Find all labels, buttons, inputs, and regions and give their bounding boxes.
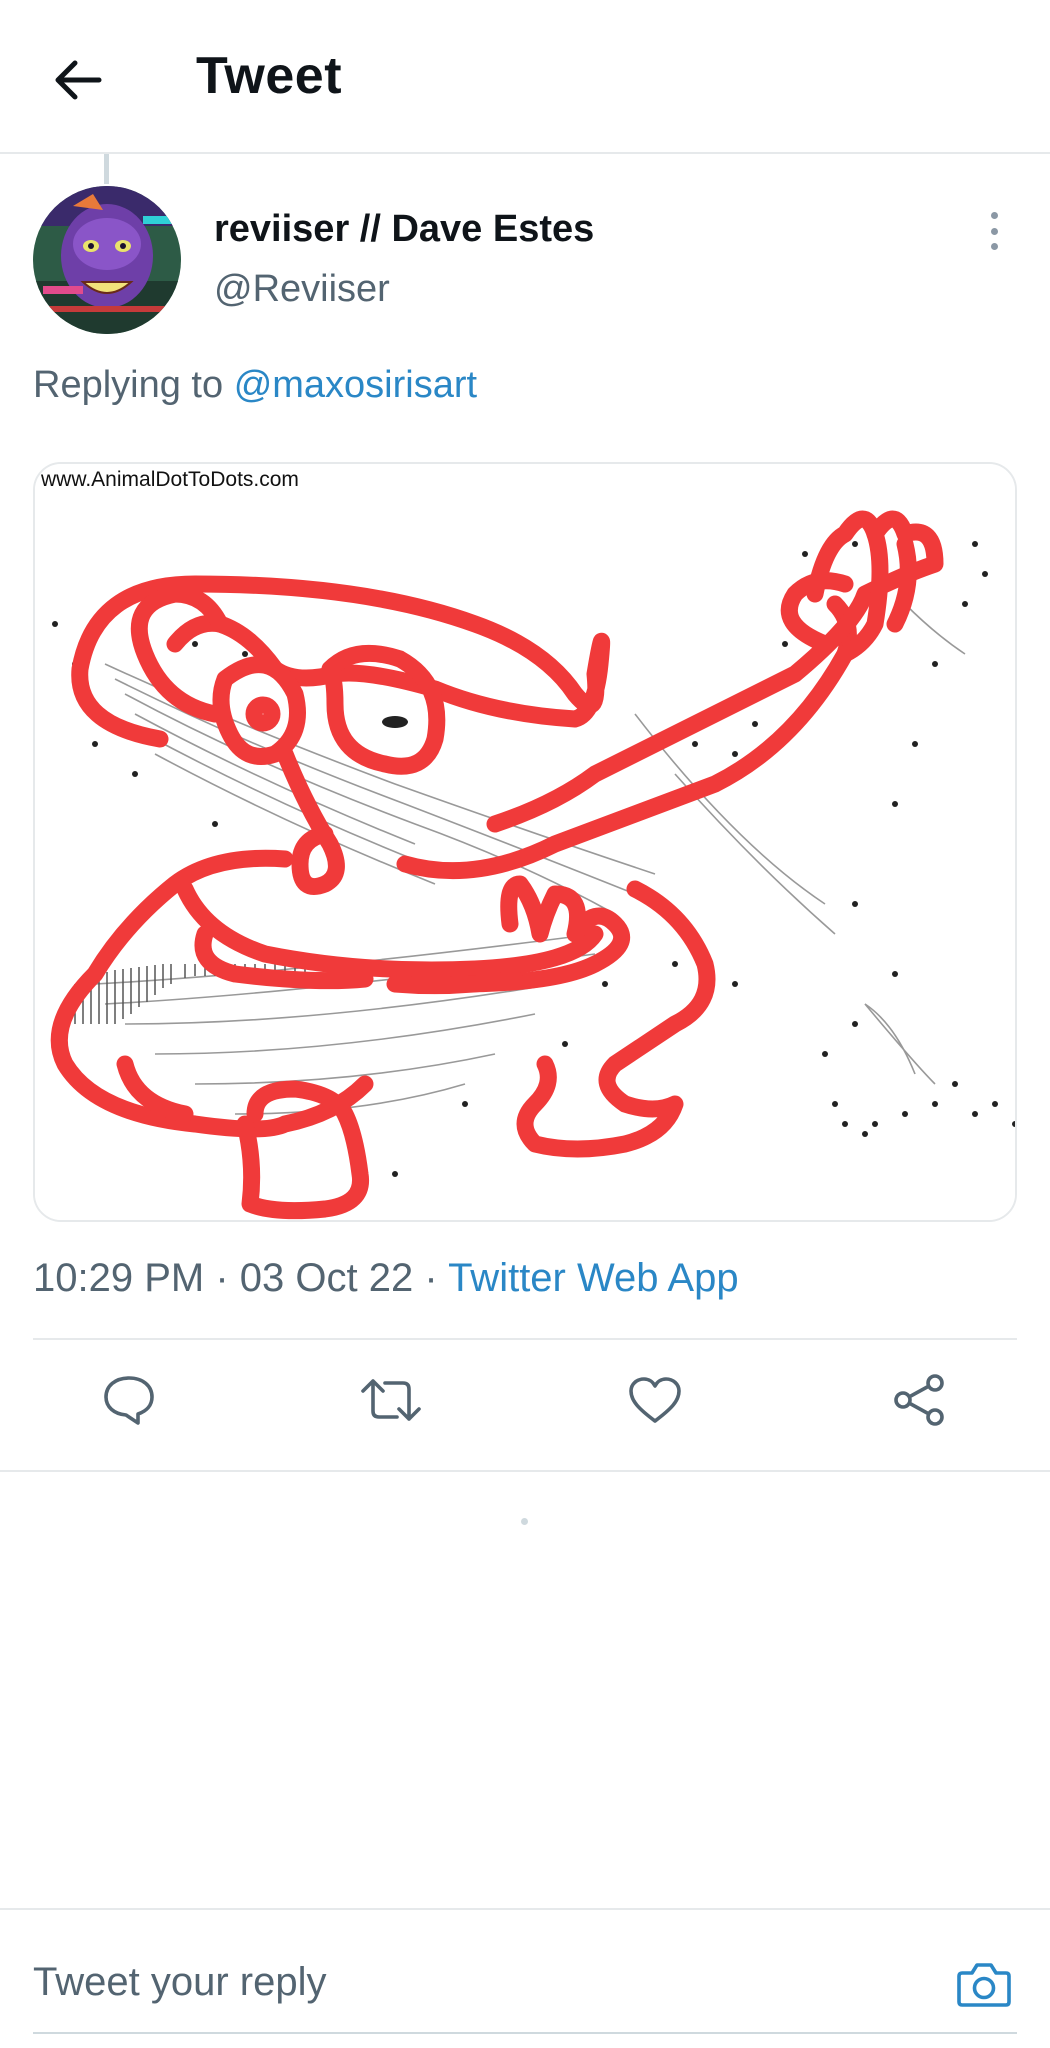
like-button[interactable] <box>615 1360 695 1440</box>
reply-input[interactable]: Tweet your reply <box>33 1954 913 2010</box>
retweet-button[interactable] <box>351 1360 431 1440</box>
replying-to-line: Replying to @maxosirisart <box>33 364 477 407</box>
tweet-time: 10:29 PM <box>33 1256 205 1300</box>
camera-button[interactable] <box>952 1952 1016 2016</box>
meta-separator: · <box>424 1256 438 1300</box>
camera-icon <box>957 1963 1011 2007</box>
back-button[interactable] <box>42 44 114 116</box>
heart-icon <box>629 1377 681 1423</box>
tweet-date: 03 Oct 22 <box>239 1256 414 1300</box>
loading-indicator <box>521 1518 528 1525</box>
dot-to-dot-drawing: www.AnimalDotToDots.com <box>35 464 1015 1220</box>
divider <box>33 1338 1017 1340</box>
more-options-button[interactable] <box>976 204 1012 258</box>
reply-composer: Tweet your reply <box>0 1908 1050 2048</box>
page-title: Tweet <box>196 47 343 105</box>
share-button[interactable] <box>879 1360 959 1440</box>
more-dot-icon <box>990 227 998 235</box>
avatar[interactable] <box>33 186 181 334</box>
top-bar: Tweet <box>0 0 1050 154</box>
share-icon <box>894 1374 944 1426</box>
meta-separator: · <box>215 1256 229 1300</box>
tweet-metadata: 10:29 PM · 03 Oct 22 · Twitter Web App <box>33 1256 739 1301</box>
retweet-icon <box>361 1379 421 1421</box>
user-handle[interactable]: @Reviiser <box>214 268 390 311</box>
reply-button[interactable] <box>89 1360 169 1440</box>
tweet-media-image[interactable]: www.AnimalDotToDots.com <box>33 462 1017 1222</box>
avatar-image <box>33 186 181 334</box>
tweet-actions <box>33 1360 1017 1452</box>
thread-connector-line <box>104 154 109 184</box>
more-dot-icon <box>990 212 998 219</box>
media-watermark: www.AnimalDotToDots.com <box>40 468 299 491</box>
reply-icon <box>104 1376 154 1425</box>
arrow-left-icon <box>55 60 102 100</box>
tweet-source-link[interactable]: Twitter Web App <box>448 1256 739 1300</box>
replying-to-label: Replying to <box>33 364 224 406</box>
display-name[interactable]: reviiser // Dave Estes <box>214 208 594 251</box>
divider <box>0 1470 1050 1472</box>
reply-input-underline <box>33 2032 1017 2034</box>
more-dot-icon <box>990 243 998 250</box>
replying-to-mention[interactable]: @maxosirisart <box>234 364 477 406</box>
